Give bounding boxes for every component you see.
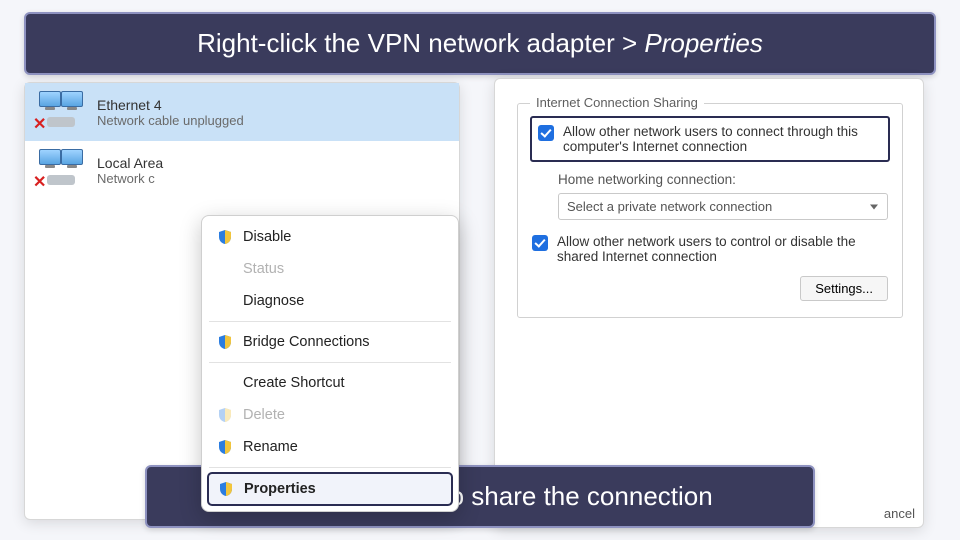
banner-top-emph: Properties xyxy=(644,28,763,58)
ctx-label: Delete xyxy=(243,407,285,423)
shield-icon xyxy=(217,407,233,423)
banner-top-text: Right-click the VPN network adapter > xyxy=(197,28,644,58)
shield-icon xyxy=(217,439,233,455)
adapter-local-area[interactable]: ✕ Local Area Network c xyxy=(25,141,459,199)
adapter-status: Network c xyxy=(97,171,163,186)
ctx-label: Disable xyxy=(243,229,291,245)
separator xyxy=(209,321,451,322)
allow-control-label: Allow other network users to control or … xyxy=(557,234,888,264)
checkbox-checked-icon[interactable] xyxy=(538,125,554,141)
ctx-disable[interactable]: Disable xyxy=(207,221,453,253)
settings-button[interactable]: Settings... xyxy=(800,276,888,301)
ctx-label: Properties xyxy=(244,481,316,497)
cancel-button-edge[interactable]: ancel xyxy=(884,506,915,521)
ctx-status: Status xyxy=(207,253,453,285)
shield-icon xyxy=(218,481,234,497)
shield-icon xyxy=(217,334,233,350)
ctx-label: Diagnose xyxy=(243,293,304,309)
ctx-create-shortcut[interactable]: Create Shortcut xyxy=(207,367,453,399)
adapter-name: Local Area xyxy=(97,155,163,171)
ctx-label: Status xyxy=(243,261,284,277)
adapter-ethernet4[interactable]: ✕ Ethernet 4 Network cable unplugged xyxy=(25,83,459,141)
groupbox-legend: Internet Connection Sharing xyxy=(530,95,704,110)
home-networking-label: Home networking connection: xyxy=(558,172,888,187)
adapter-icon: ✕ xyxy=(35,91,89,133)
separator xyxy=(209,362,451,363)
checkbox-checked-icon[interactable] xyxy=(532,235,548,251)
allow-connect-label: Allow other network users to connect thr… xyxy=(563,124,882,154)
network-connections-panel: ✕ Ethernet 4 Network cable unplugged ✕ L… xyxy=(24,82,460,520)
ctx-label: Create Shortcut xyxy=(243,375,345,391)
properties-sharing-panel: Internet Connection Sharing Allow other … xyxy=(494,78,924,528)
unplugged-icon: ✕ xyxy=(33,175,49,191)
allow-connect-row[interactable]: Allow other network users to connect thr… xyxy=(530,116,890,162)
ctx-label: Bridge Connections xyxy=(243,334,370,350)
separator xyxy=(209,467,451,468)
shield-icon xyxy=(217,229,233,245)
dropdown-value: Select a private network connection xyxy=(567,199,772,214)
instruction-banner-top: Right-click the VPN network adapter > Pr… xyxy=(24,12,936,75)
ctx-bridge[interactable]: Bridge Connections xyxy=(207,326,453,358)
ctx-label: Rename xyxy=(243,439,298,455)
ctx-delete: Delete xyxy=(207,399,453,431)
adapter-name: Ethernet 4 xyxy=(97,97,244,113)
adapter-icon: ✕ xyxy=(35,149,89,191)
allow-control-row[interactable]: Allow other network users to control or … xyxy=(532,234,888,264)
unplugged-icon: ✕ xyxy=(33,117,49,133)
context-menu: Disable Status Diagnose Bridge Connectio… xyxy=(201,215,459,512)
adapter-status: Network cable unplugged xyxy=(97,113,244,128)
home-networking-dropdown[interactable]: Select a private network connection xyxy=(558,193,888,220)
ctx-properties[interactable]: Properties xyxy=(207,472,453,506)
button-label: Settings... xyxy=(815,281,873,296)
ctx-rename[interactable]: Rename xyxy=(207,431,453,463)
ctx-diagnose[interactable]: Diagnose xyxy=(207,285,453,317)
ics-groupbox: Internet Connection Sharing Allow other … xyxy=(517,103,903,318)
